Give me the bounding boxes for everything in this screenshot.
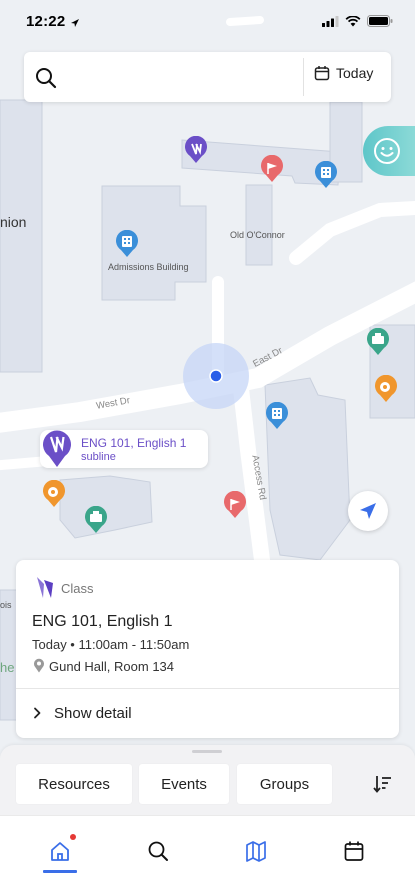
map-label-union: nion bbox=[0, 214, 27, 230]
sheet-handle[interactable] bbox=[192, 750, 222, 753]
building-pin-icon bbox=[266, 402, 288, 429]
class-pin-icon bbox=[185, 136, 207, 163]
flag-pin-icon bbox=[261, 155, 283, 182]
sort-icon bbox=[373, 776, 391, 793]
card-type-label: Class bbox=[61, 581, 94, 596]
map-label-edge-1: ois bbox=[0, 600, 12, 610]
calendar-icon bbox=[344, 841, 364, 861]
building-pin-icon bbox=[116, 230, 138, 257]
pin-building-1[interactable] bbox=[314, 161, 338, 189]
chevron-right-icon bbox=[34, 707, 41, 719]
status-time: 12:22 bbox=[26, 13, 66, 30]
food-pin-icon bbox=[43, 480, 65, 507]
search-bar[interactable]: Today bbox=[24, 52, 391, 102]
chip-resources[interactable]: Resources bbox=[16, 764, 132, 804]
calendar-icon bbox=[314, 66, 330, 81]
pin-class[interactable] bbox=[184, 136, 208, 164]
filter-sheet[interactable]: Resources Events Groups bbox=[0, 745, 415, 820]
chip-events[interactable]: Events bbox=[139, 764, 229, 804]
card-divider bbox=[16, 688, 399, 689]
chip-groups[interactable]: Groups bbox=[237, 764, 332, 804]
pin-flag-1[interactable] bbox=[260, 155, 284, 183]
food-pin-icon bbox=[375, 375, 397, 402]
date-filter-label: Today bbox=[336, 65, 374, 81]
map-label-admissions: Admissions Building bbox=[108, 262, 189, 272]
status-icons bbox=[322, 15, 393, 27]
class-logo-icon bbox=[37, 577, 53, 598]
card-title: ENG 101, English 1 bbox=[32, 613, 173, 630]
search-icon bbox=[148, 841, 168, 861]
pin-food-2[interactable] bbox=[42, 480, 66, 508]
pin-dining-2[interactable] bbox=[84, 506, 108, 534]
building-pin-icon bbox=[315, 161, 337, 188]
wifi-icon bbox=[345, 15, 361, 26]
feedback-button[interactable] bbox=[363, 126, 415, 176]
date-filter-button[interactable]: Today bbox=[314, 65, 373, 81]
battery-icon bbox=[367, 15, 393, 27]
dining-pin-icon bbox=[85, 506, 107, 533]
pin-building-admissions[interactable] bbox=[115, 230, 139, 258]
callout-title: ENG 101, English 1 bbox=[81, 436, 187, 450]
card-location: Gund Hall, Room 134 bbox=[49, 659, 175, 674]
cellular-signal-icon bbox=[322, 15, 339, 27]
pin-food[interactable] bbox=[374, 375, 398, 403]
location-pin-icon bbox=[34, 658, 44, 673]
locate-me-button[interactable] bbox=[348, 491, 388, 531]
navigation-arrow-icon bbox=[360, 503, 376, 519]
flag-pin-icon bbox=[224, 491, 246, 518]
card-time: Today • 11:00am - 11:50am bbox=[32, 637, 190, 652]
search-icon bbox=[36, 68, 57, 89]
show-detail-label: Show detail bbox=[54, 704, 132, 722]
event-detail-card[interactable]: Class ENG 101, English 1 Today • 11:00am… bbox=[16, 560, 399, 738]
class-pin-large-icon[interactable] bbox=[42, 428, 72, 473]
notification-dot bbox=[70, 834, 76, 840]
tab-map[interactable] bbox=[236, 838, 276, 878]
sort-button[interactable] bbox=[373, 774, 393, 799]
dining-pin-icon bbox=[367, 328, 389, 355]
search-divider bbox=[303, 58, 304, 96]
status-bar: 12:22 bbox=[0, 0, 415, 44]
callout-subtitle: subline bbox=[81, 451, 116, 463]
map-label-edge-2: he bbox=[0, 660, 15, 675]
map-icon bbox=[246, 841, 266, 862]
home-icon bbox=[51, 842, 69, 861]
smiley-icon bbox=[374, 138, 400, 164]
tab-search[interactable] bbox=[138, 838, 178, 878]
tab-calendar[interactable] bbox=[334, 838, 374, 878]
map-label-oconnor: Old O'Connor bbox=[230, 230, 285, 240]
tab-bar bbox=[0, 815, 415, 896]
active-tab-indicator bbox=[43, 870, 77, 873]
pin-flag-2[interactable] bbox=[223, 491, 247, 519]
show-detail-button[interactable]: Show detail bbox=[32, 698, 372, 728]
pin-building-2[interactable] bbox=[265, 402, 289, 430]
location-arrow-icon bbox=[70, 15, 80, 33]
tab-home[interactable] bbox=[40, 834, 80, 878]
pin-dining[interactable] bbox=[366, 328, 390, 356]
